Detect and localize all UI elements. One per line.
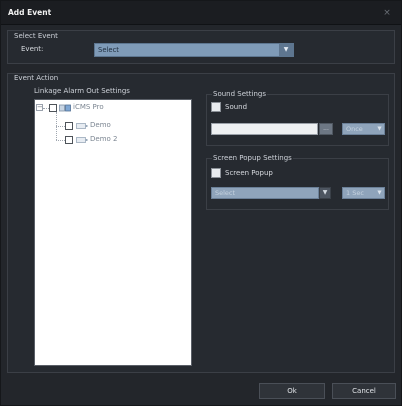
select-event-title: Select Event <box>14 32 58 40</box>
cancel-button[interactable]: Cancel <box>332 383 396 399</box>
screen-popup-group <box>206 158 389 210</box>
title-bar: Add Event × <box>1 1 401 25</box>
sound-settings-title: Sound Settings <box>212 90 267 98</box>
screen-popup-duration-select[interactable]: 1 Sec ▼ <box>342 187 385 199</box>
chevron-down-icon[interactable]: ▼ <box>279 44 293 56</box>
screen-popup-duration-value: 1 Sec <box>346 189 364 197</box>
tree-node-child[interactable]: Demo <box>35 120 185 131</box>
linkage-alarm-title: Linkage Alarm Out Settings <box>34 87 130 95</box>
server-icon <box>59 104 71 112</box>
screen-popup-checkbox[interactable] <box>211 168 221 178</box>
collapse-icon[interactable]: − <box>36 104 43 111</box>
event-label: Event: <box>21 45 44 53</box>
tree-node-child-label: Demo 2 <box>90 135 118 143</box>
screen-popup-title: Screen Popup Settings <box>212 154 293 162</box>
screen-popup-target-select[interactable]: Select <box>211 187 319 199</box>
event-select-value: Select <box>98 46 119 54</box>
tree-node-root[interactable]: − iCMS Pro <box>35 102 185 113</box>
sound-repeat-value: Once <box>346 125 363 133</box>
chevron-down-icon[interactable]: ▼ <box>319 187 331 199</box>
chevron-down-icon[interactable]: ▼ <box>375 124 384 134</box>
tree-node-child-checkbox[interactable] <box>65 122 73 130</box>
tree-node-root-checkbox[interactable] <box>49 104 57 112</box>
tree-node-child-label: Demo <box>90 121 111 129</box>
event-select[interactable]: Select ▼ <box>94 43 294 57</box>
chevron-down-icon[interactable]: ▼ <box>375 188 384 198</box>
tree-node-child-checkbox[interactable] <box>65 136 73 144</box>
sound-settings-group <box>206 94 389 146</box>
sound-file-input[interactable] <box>211 123 318 135</box>
screen-popup-target-value: Select <box>215 189 236 197</box>
ok-button[interactable]: Ok <box>259 383 325 399</box>
camera-icon <box>76 123 88 129</box>
camera-icon <box>76 137 88 143</box>
tree-node-child[interactable]: Demo 2 <box>35 134 185 145</box>
close-icon[interactable]: × <box>381 7 393 19</box>
sound-checkbox-label: Sound <box>225 103 248 111</box>
add-event-dialog: Add Event × Select Event Event: Select ▼… <box>0 0 402 406</box>
event-action-title: Event Action <box>14 74 59 82</box>
dialog-title: Add Event <box>8 8 52 17</box>
screen-popup-checkbox-label: Screen Popup <box>225 169 273 177</box>
tree-node-root-label: iCMS Pro <box>73 103 104 111</box>
alarm-out-tree[interactable]: − iCMS Pro Demo Demo 2 <box>34 99 192 366</box>
sound-repeat-select[interactable]: Once ▼ <box>342 123 385 135</box>
browse-sound-button[interactable]: ... <box>319 123 333 135</box>
sound-checkbox[interactable] <box>211 102 221 112</box>
